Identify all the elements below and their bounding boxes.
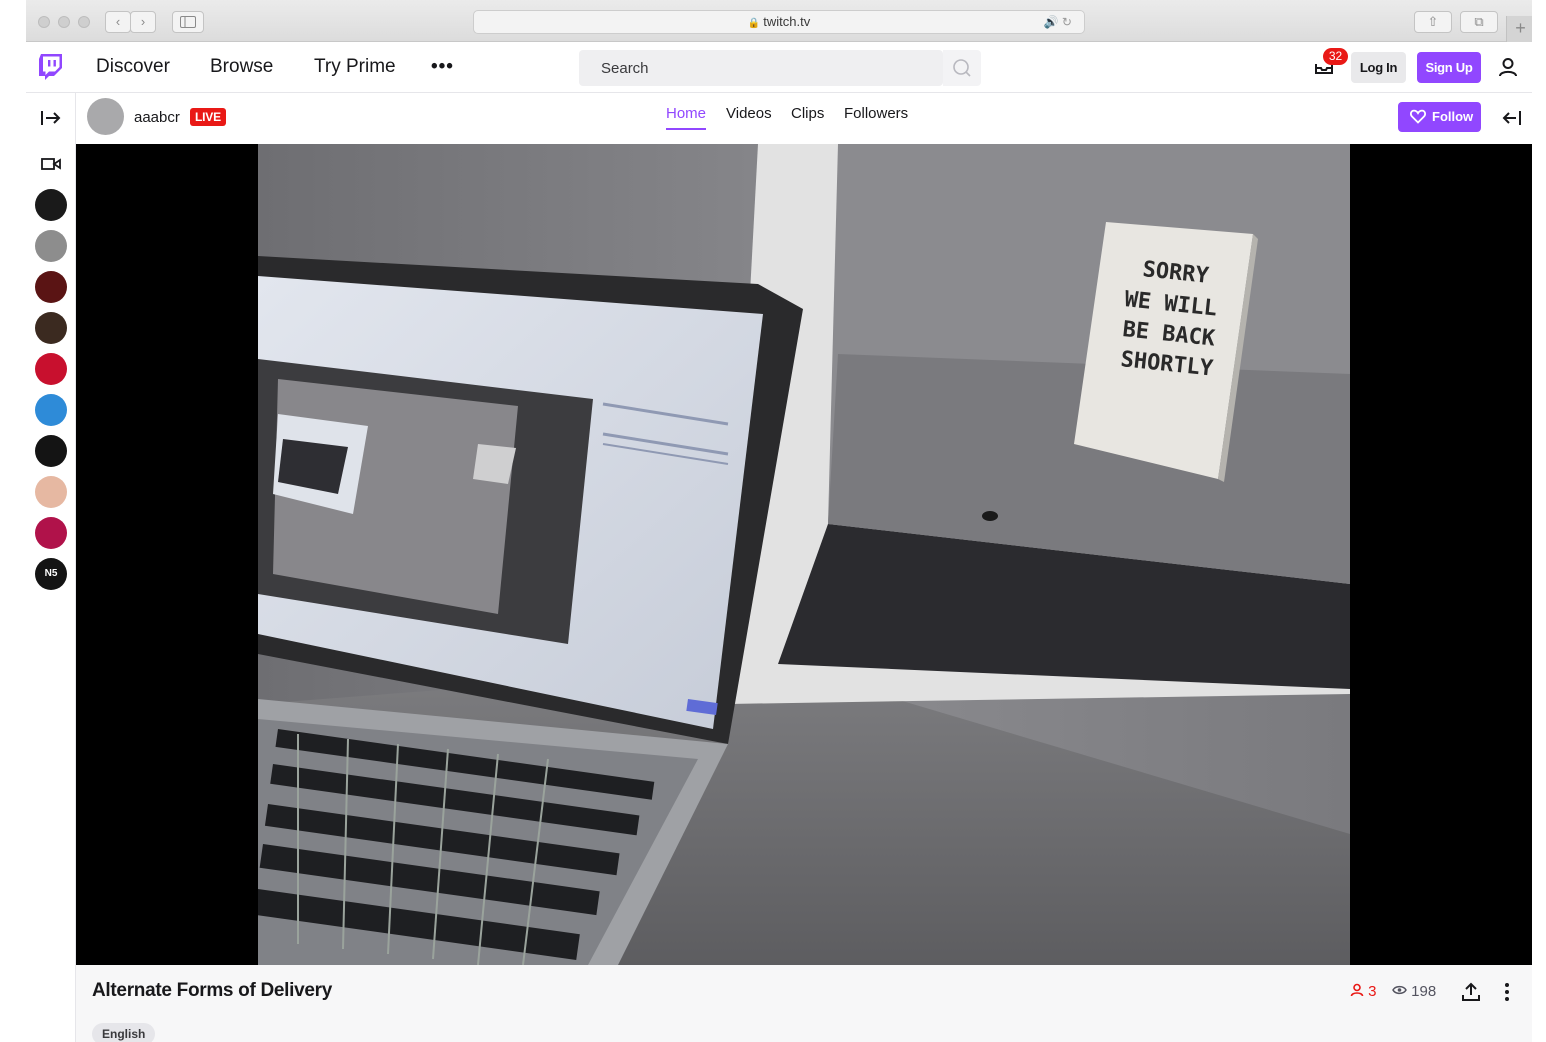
follow-label: Follow [1432,109,1474,124]
top-nav: Discover Browse Try Prime ••• 32 Log In … [26,42,1532,93]
stream-title: Alternate Forms of Delivery [92,980,333,1001]
collapse-chat-icon[interactable] [1502,109,1522,127]
left-sidebar: N5 [26,93,76,1042]
sidebar-avatar-8[interactable] [35,476,67,508]
stream-info: Alternate Forms of Delivery English 3 19… [76,965,1532,1042]
tab-clips[interactable]: Clips [791,105,824,128]
search-button[interactable] [943,50,981,86]
share-stream-icon[interactable] [1460,981,1482,1003]
twitch-logo-icon[interactable] [38,53,64,81]
browser-window: ‹ › 🔒 twitch.tv 🔊 ↻ ⇧ ⧉ + Discover Browse… [26,0,1532,1042]
view-count: 198 [1392,983,1436,1003]
nav-discover[interactable]: Discover [96,56,170,78]
sidebar-avatar-2[interactable] [35,230,67,262]
tab-followers[interactable]: Followers [844,105,908,128]
view-count-value: 198 [1411,983,1437,1000]
sidebar-icon[interactable] [172,11,204,33]
url-text: twitch.tv [763,14,811,29]
sidebar-avatar-1[interactable] [35,189,67,221]
login-button[interactable]: Log In [1351,52,1406,83]
tab-home[interactable]: Home [666,105,707,130]
viewer-count: 3 [1350,983,1377,1003]
video-camera-icon [41,158,61,170]
address-bar[interactable]: 🔒 twitch.tv 🔊 ↻ [473,10,1085,34]
nav-browse[interactable]: Browse [210,56,273,78]
lock-icon: 🔒 [747,18,761,29]
sidebar-avatar-7[interactable] [35,435,67,467]
notification-badge: 32 [1323,48,1348,65]
live-badge: LIVE [190,108,226,126]
browser-toolbar: ‹ › 🔒 twitch.tv 🔊 ↻ ⇧ ⧉ + [26,0,1532,42]
eye-icon [1392,985,1407,995]
more-options-icon[interactable] [1496,981,1518,1003]
sidebar-avatar-3[interactable] [35,271,67,303]
channel-avatar[interactable] [87,98,124,135]
expand-sidebar-icon[interactable] [40,109,62,127]
forward-icon[interactable]: › [130,11,156,33]
viewer-icon [1350,983,1364,997]
viewer-count-value: 3 [1368,983,1377,1000]
tab-videos[interactable]: Videos [726,105,772,128]
sidebar-avatar-5[interactable] [35,353,67,385]
nav-try-prime[interactable]: Try Prime [314,56,396,78]
heart-icon [1410,109,1426,124]
stream-frame: SORRY WE WILL BE BACK SHORTLY [258,144,1350,965]
sidebar-avatar-10[interactable]: N5 [35,558,67,590]
video-player[interactable]: SORRY WE WILL BE BACK SHORTLY [76,144,1532,965]
new-tab-icon[interactable]: + [1506,16,1532,42]
follow-button[interactable]: Follow [1398,102,1481,132]
language-tag[interactable]: English [92,1023,156,1042]
more-menu-button[interactable]: ••• [431,56,454,78]
user-icon[interactable] [1497,56,1519,78]
zoom-window-button[interactable] [78,16,90,28]
search-box [579,50,943,86]
minimize-window-button[interactable] [58,16,70,28]
search-icon [953,59,971,77]
tabs-icon[interactable]: ⧉ [1460,11,1498,33]
sidebar-avatar-4[interactable] [35,312,67,344]
channel-header: aaabcr LIVE Home Videos Clips Followers … [76,93,1532,144]
share-icon[interactable]: ⇧ [1414,11,1452,33]
back-icon[interactable]: ‹ [105,11,131,33]
sidebar-avatar-9[interactable] [35,517,67,549]
audio-icon[interactable]: 🔊 ↻ [1044,11,1072,33]
search-input[interactable] [579,50,941,86]
channel-name[interactable]: aaabcr [134,109,180,126]
signup-button[interactable]: Sign Up [1417,52,1481,83]
sidebar-avatar-6[interactable] [35,394,67,426]
close-window-button[interactable] [38,16,50,28]
